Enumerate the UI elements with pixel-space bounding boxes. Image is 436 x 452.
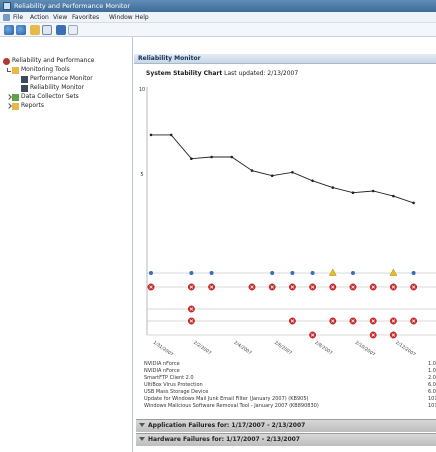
detail-row[interactable]: USB Mass Storage Device 6.0.6 [144, 389, 436, 395]
expand-arrow-icon[interactable] [6, 103, 12, 109]
information-icon [411, 271, 416, 275]
information-icon [270, 271, 275, 275]
menu-view[interactable]: View [53, 13, 67, 22]
detail-row[interactable]: NVIDIA nForce 1.00 [144, 361, 436, 367]
hardware-failures-band[interactable]: Hardware Failures for: 1/17/2007 - 2/13/… [136, 433, 436, 446]
y-tick-label: 5 [140, 172, 143, 178]
detail-row[interactable]: NVIDIA nForce 1.00 [144, 368, 436, 374]
window-title: Reliability and Performance Monitor [14, 2, 131, 10]
show-hide-tree-icon[interactable] [42, 25, 52, 35]
menu-help[interactable]: Help [135, 13, 149, 22]
information-icon [351, 271, 355, 275]
toolbar [0, 23, 436, 37]
detail-version: 6.0.6 [428, 389, 436, 395]
reports-folder-icon [12, 103, 19, 110]
data-point [149, 133, 153, 137]
data-point [250, 169, 254, 172]
app-icon [3, 2, 11, 10]
x-tick-label: 2/10/2007 [354, 340, 376, 355]
data-point [210, 155, 213, 159]
x-tick-label: 2/2/2007 [192, 340, 212, 355]
detail-name: Update for Windows Mail Junk Email Filte… [144, 396, 309, 402]
navigation-tree: Reliability and Performance Monitoring T… [0, 37, 133, 452]
data-collector-icon [12, 94, 19, 101]
back-arrow-icon[interactable] [4, 25, 14, 35]
detail-row[interactable]: Windows Malicious Software Removal Tool … [144, 403, 436, 409]
data-point [371, 189, 375, 193]
warning-icon [328, 268, 337, 276]
detail-version: 2.0.1 [428, 375, 436, 381]
folder-up-icon[interactable] [30, 25, 40, 35]
title-bar: Reliability and Performance Monitor [0, 0, 436, 12]
application-failures-band[interactable]: Application Failures for: 1/17/2007 - 2/… [136, 419, 436, 432]
detail-name: Windows Malicious Software Removal Tool … [144, 403, 319, 409]
x-tick-label: 2/4/2007 [233, 340, 253, 355]
help-icon[interactable] [56, 25, 66, 35]
information-icon [290, 271, 295, 275]
detail-version: 1.00 [428, 368, 436, 374]
data-point [351, 191, 355, 194]
y-tick-label: 10 [139, 87, 145, 93]
data-point [392, 194, 395, 198]
chevron-down-icon [139, 437, 145, 441]
data-point [190, 157, 193, 160]
information-icon [189, 271, 194, 275]
tree-item-data-collector-sets[interactable]: Data Collector Sets [21, 93, 79, 101]
detail-version: 6.0.1 [428, 382, 436, 388]
expand-arrow-icon[interactable] [6, 94, 12, 100]
reliability-monitor-icon [21, 85, 28, 92]
stability-index-line [151, 134, 414, 204]
details-list: NVIDIA nForce1.00NVIDIA nForce1.00SmartF… [136, 360, 436, 420]
menu-favorites[interactable]: Favorites [72, 13, 99, 22]
performance-monitor-icon [21, 76, 28, 83]
menu-action[interactable]: Action [30, 13, 49, 22]
warning-icon [389, 268, 398, 276]
detail-version: 101 [428, 396, 436, 402]
data-point [270, 174, 274, 177]
x-tick-label: 2/12/2007 [394, 340, 416, 355]
forward-arrow-icon[interactable] [16, 25, 26, 35]
data-point [291, 171, 294, 174]
detail-row[interactable]: Update for Windows Mail Junk Email Filte… [144, 396, 436, 402]
information-icon [149, 271, 153, 275]
detail-name: NVIDIA nForce [144, 368, 180, 374]
expand-icon[interactable] [7, 68, 11, 72]
menu-bar: File Action View Favorites Window Help [0, 12, 436, 23]
folder-icon [12, 67, 19, 74]
data-point [412, 201, 415, 205]
information-icon [310, 271, 315, 275]
detail-version: 101 [428, 403, 436, 409]
tree-item-monitoring-tools[interactable]: Monitoring Tools [21, 66, 70, 74]
data-point [169, 133, 173, 137]
data-point [311, 179, 314, 183]
x-tick-label: 2/8/2007 [313, 340, 333, 355]
menu-file[interactable]: File [13, 13, 23, 22]
detail-name: NVIDIA nForce [144, 361, 180, 367]
console-icon [3, 14, 10, 21]
x-tick-label: 2/6/2007 [273, 340, 293, 355]
tree-item-reliability-monitor[interactable]: Reliability Monitor [30, 84, 84, 92]
properties-icon[interactable] [68, 25, 78, 35]
x-tick-label: 1/31/2007 [152, 340, 174, 355]
tree-item-root[interactable]: Reliability and Performance [12, 57, 94, 65]
detail-row[interactable]: SmartFTP Client 2.0 2.0.1 [144, 375, 436, 381]
system-stability-chart[interactable]: 10 5 1/31/2007 2/2/2007 2/4/2007 2/6/2007 2/8/… [134, 37, 436, 355]
chevron-down-icon [139, 423, 145, 427]
detail-name: SmartFTP Client 2.0 [144, 375, 194, 381]
tree-item-performance-monitor[interactable]: Performance Monitor [30, 75, 93, 83]
data-point [230, 155, 234, 159]
detail-name: USB Mass Storage Device [144, 389, 209, 395]
detail-row[interactable]: UltiBox Virus Protection 6.0.1 [144, 382, 436, 388]
application-failures-label: Application Failures for: 1/17/2007 - 2/… [148, 422, 306, 429]
menu-window[interactable]: Window [109, 13, 133, 22]
performance-gauge-icon [3, 58, 10, 65]
data-point [331, 186, 335, 189]
hardware-failures-label: Hardware Failures for: 1/17/2007 - 2/13/… [148, 436, 300, 443]
information-icon [209, 271, 214, 275]
detail-version: 1.00 [428, 361, 436, 367]
tree-item-reports[interactable]: Reports [21, 102, 44, 110]
detail-name: UltiBox Virus Protection [144, 382, 203, 388]
